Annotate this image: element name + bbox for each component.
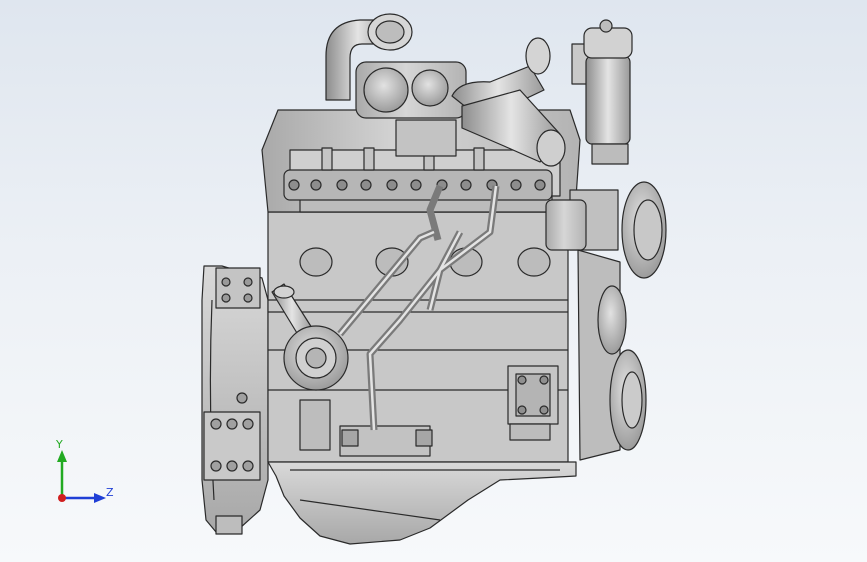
orientation-triad: Y Z — [55, 438, 114, 503]
fuel-pump — [507, 365, 559, 441]
triad-y-label: Y — [55, 438, 63, 451]
flywheel-housing — [201, 265, 269, 535]
triad-x-axis-dot — [58, 494, 66, 502]
graphics-viewport[interactable]: Y Z — [0, 0, 867, 562]
engine-model[interactable] — [0, 0, 867, 562]
triad-z-arrowhead — [94, 493, 106, 503]
triad-z-label: Z — [106, 486, 114, 499]
triad-y-arrowhead — [57, 450, 67, 462]
oil-pan — [267, 461, 577, 545]
filter-canister — [571, 19, 633, 165]
